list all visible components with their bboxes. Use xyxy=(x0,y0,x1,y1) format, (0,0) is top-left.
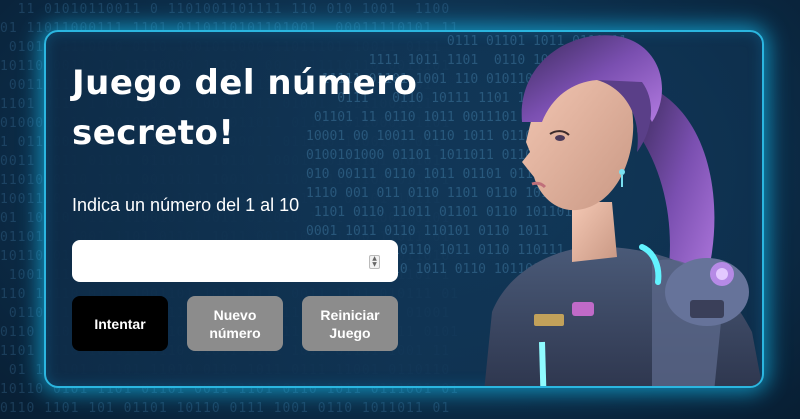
try-button[interactable]: Intentar xyxy=(72,296,168,351)
reset-game-button[interactable]: Reiniciar Juego xyxy=(302,296,398,351)
number-input-field[interactable]: ▲ ▼ xyxy=(72,240,398,282)
new-number-button[interactable]: Nuevo número xyxy=(187,296,283,351)
page-title: Juego del número secreto! xyxy=(72,63,418,153)
number-input[interactable] xyxy=(72,240,376,280)
number-spinner-icon[interactable]: ▲ ▼ xyxy=(369,255,380,269)
astronaut-girl-image xyxy=(484,35,762,386)
instruction-text: Indica un número del 1 al 10 xyxy=(72,195,300,215)
